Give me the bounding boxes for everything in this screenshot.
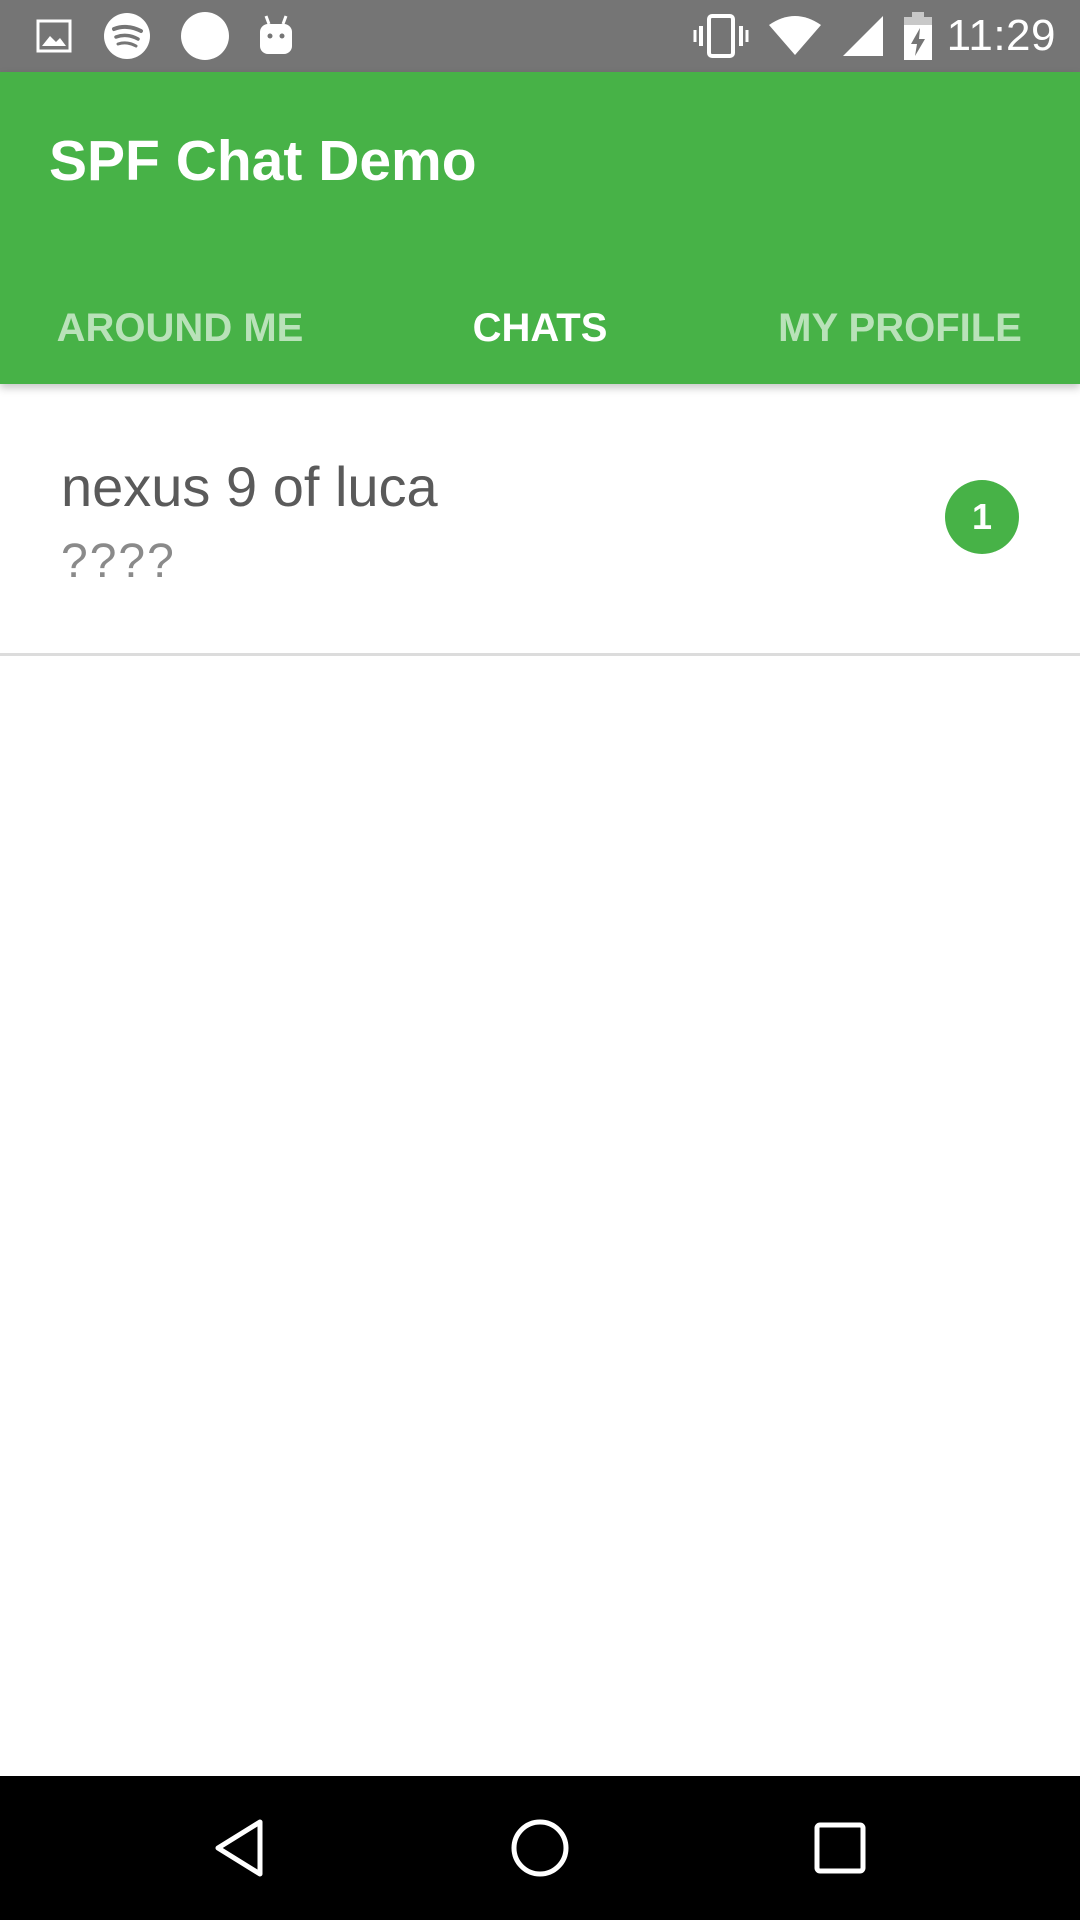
spotify-icon (104, 13, 150, 59)
home-icon[interactable] (498, 1806, 582, 1890)
chat-preview: ???? (61, 535, 176, 588)
status-time: 11:29 (946, 11, 1056, 60)
back-icon[interactable] (198, 1806, 282, 1890)
list-item[interactable]: nexus 9 of luca ???? 1 (0, 384, 1080, 656)
navigation-bar (0, 1776, 1080, 1920)
tab-bar: AROUND ME CHATS MY PROFILE (0, 272, 1080, 384)
screen: 11:29 SPF Chat Demo AROUND ME CHATS MY P… (0, 0, 1080, 1920)
tab-my-profile[interactable]: MY PROFILE (720, 272, 1080, 384)
status-notifications (34, 11, 322, 61)
image-notification-icon (36, 19, 72, 53)
wifi-icon (768, 16, 821, 55)
vibrate-icon (693, 14, 749, 58)
app-title: SPF Chat Demo (49, 129, 477, 193)
tab-chats[interactable]: CHATS (360, 272, 720, 384)
chat-name: nexus 9 of luca (61, 455, 438, 518)
battery-charging-icon (903, 12, 932, 60)
unread-count-badge: 1 (945, 480, 1019, 554)
chat-list: nexus 9 of luca ???? 1 (0, 384, 1080, 656)
recents-icon[interactable] (798, 1806, 882, 1890)
android-notification-icon (260, 15, 292, 54)
tab-around-me[interactable]: AROUND ME (0, 272, 360, 384)
circle-notification-icon (181, 12, 229, 60)
app-bar: SPF Chat Demo AROUND ME CHATS MY PROFILE (0, 72, 1080, 384)
status-bar: 11:29 (0, 0, 1080, 72)
status-system: 11:29 (675, 11, 1056, 61)
cell-signal-icon (842, 16, 883, 56)
